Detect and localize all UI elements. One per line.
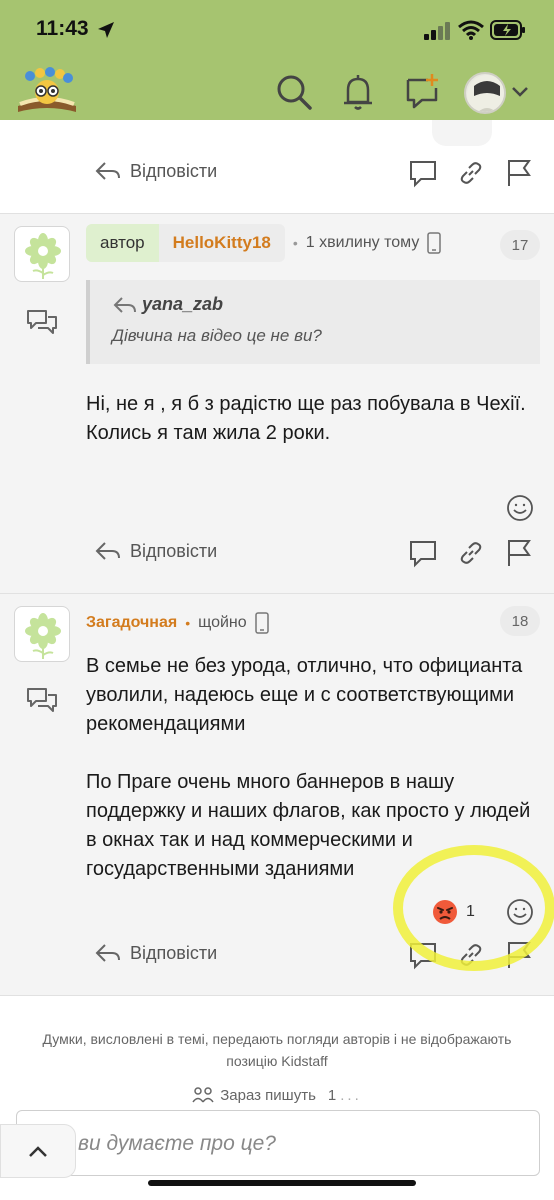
reply-label: Відповісти (130, 540, 218, 561)
reply-arrow-icon (95, 542, 120, 560)
role-label: автор (86, 224, 159, 262)
post-body-line: Колись я там жила 2 роки. (86, 422, 331, 444)
comment-icon[interactable] (408, 940, 438, 970)
quote-author[interactable]: yana_zab (112, 294, 223, 315)
post-body-line: Ні, не я , я б з радістю ще раз побувала… (86, 393, 526, 415)
post-body: В семье не без урода, отлично, что офици… (86, 652, 536, 884)
disclaimer-text: Думки, висловлені в темі, передають погл… (42, 1031, 512, 1069)
reply-arrow-icon (95, 944, 120, 962)
username[interactable]: Загадочная (86, 614, 177, 632)
chat-icon[interactable] (26, 686, 58, 714)
author-badge: автор HelloKitty18 (86, 224, 285, 262)
status-time: 11:43 (36, 17, 89, 40)
separator-dot: • (292, 235, 298, 251)
add-reaction-icon[interactable] (506, 898, 534, 926)
mobile-phone-icon (427, 232, 442, 254)
signal-icon (424, 22, 450, 40)
post-body-paragraph: По Праге очень много баннеров в нашу под… (86, 771, 531, 880)
quote-block: yana_zab Дівчина на відео це не ви? (86, 280, 540, 364)
flag-icon[interactable] (504, 940, 534, 970)
reaction-count: 1 (466, 903, 475, 920)
home-indicator (148, 1180, 416, 1186)
post-time: щойно (198, 614, 247, 631)
avatar-face-icon (467, 75, 504, 112)
post-actions: Відповісти (0, 936, 554, 976)
scroll-top-button[interactable] (0, 1124, 76, 1178)
reply-button[interactable]: Відповісти (94, 540, 217, 562)
flower-avatar-icon (25, 613, 61, 659)
username[interactable]: HelloKitty18 (159, 224, 285, 262)
typing-count: 1 (327, 1086, 337, 1104)
link-icon[interactable] (456, 940, 486, 970)
flag-icon[interactable] (504, 158, 534, 188)
comment-icon[interactable] (408, 158, 438, 188)
reply-button[interactable]: Відповісти (94, 942, 217, 964)
chevron-down-icon[interactable] (510, 84, 530, 100)
flower-avatar-icon (25, 233, 61, 279)
wifi-icon (458, 20, 484, 40)
post-actions: Відповісти (0, 534, 554, 574)
user-avatar[interactable] (464, 72, 506, 114)
typing-label: Зараз пишуть (220, 1086, 316, 1104)
link-icon[interactable] (456, 158, 486, 188)
flag-icon[interactable] (504, 538, 534, 568)
post-body-paragraph: В семье не без урода, отлично, что офици… (86, 655, 523, 735)
mobile-phone-icon (254, 612, 269, 634)
reaction-angry[interactable]: 1 (432, 896, 475, 928)
typing-dots: ... (340, 1086, 362, 1104)
new-topic-icon[interactable] (402, 72, 442, 112)
post-meta: Загадочная • щойно (86, 604, 269, 642)
reply-label: Відповісти (130, 942, 218, 963)
post-number[interactable]: 17 (500, 230, 540, 260)
kidstaff-logo[interactable] (14, 66, 80, 116)
post-actions: Відповісти (0, 154, 554, 194)
chevron-up-icon (29, 1146, 47, 1157)
reply-arrow-icon (95, 162, 120, 180)
quote-text: Дівчина на відео це не ви? (112, 326, 322, 345)
add-reaction-icon[interactable] (506, 494, 534, 522)
reply-arrow-icon (113, 296, 136, 313)
typing-people-icon (192, 1087, 214, 1103)
post-avatar[interactable] (14, 606, 70, 662)
footer: Думки, висловлені в темі, передають погл… (0, 996, 554, 1200)
post-partial: Відповісти (0, 120, 554, 214)
post-body: Ні, не я , я б з радістю ще раз побувала… (86, 390, 536, 448)
comment-icon[interactable] (408, 538, 438, 568)
search-icon[interactable] (274, 72, 314, 112)
quote-author-name: yana_zab (142, 294, 224, 314)
comment-placeholder: ви думаєте про це? (78, 1132, 276, 1155)
separator-dot: • (185, 615, 191, 631)
chat-icon[interactable] (26, 308, 58, 336)
post-number[interactable]: 18 (500, 606, 540, 636)
location-arrow-icon (98, 22, 114, 38)
post-avatar[interactable] (14, 226, 70, 282)
reaction-partial (432, 120, 492, 146)
post-17: автор HelloKitty18 • 1 хвилину тому 17 y… (0, 214, 554, 594)
typing-indicator: Зараз пишуть 1 ... (0, 1086, 554, 1104)
post-time: 1 хвилину тому (305, 234, 420, 251)
link-icon[interactable] (456, 538, 486, 568)
status-bar: 11:43 (0, 0, 554, 60)
top-bar: 11:43 (0, 0, 554, 120)
post-meta: автор HelloKitty18 • 1 хвилину тому (86, 224, 442, 262)
bell-icon[interactable] (338, 72, 378, 112)
battery-icon (490, 20, 525, 40)
angry-face-icon (433, 900, 457, 924)
reply-button[interactable]: Відповісти (94, 160, 217, 182)
post-18: Загадочная • щойно 18 В семье не без уро… (0, 594, 554, 996)
reply-label: Відповісти (130, 160, 218, 181)
